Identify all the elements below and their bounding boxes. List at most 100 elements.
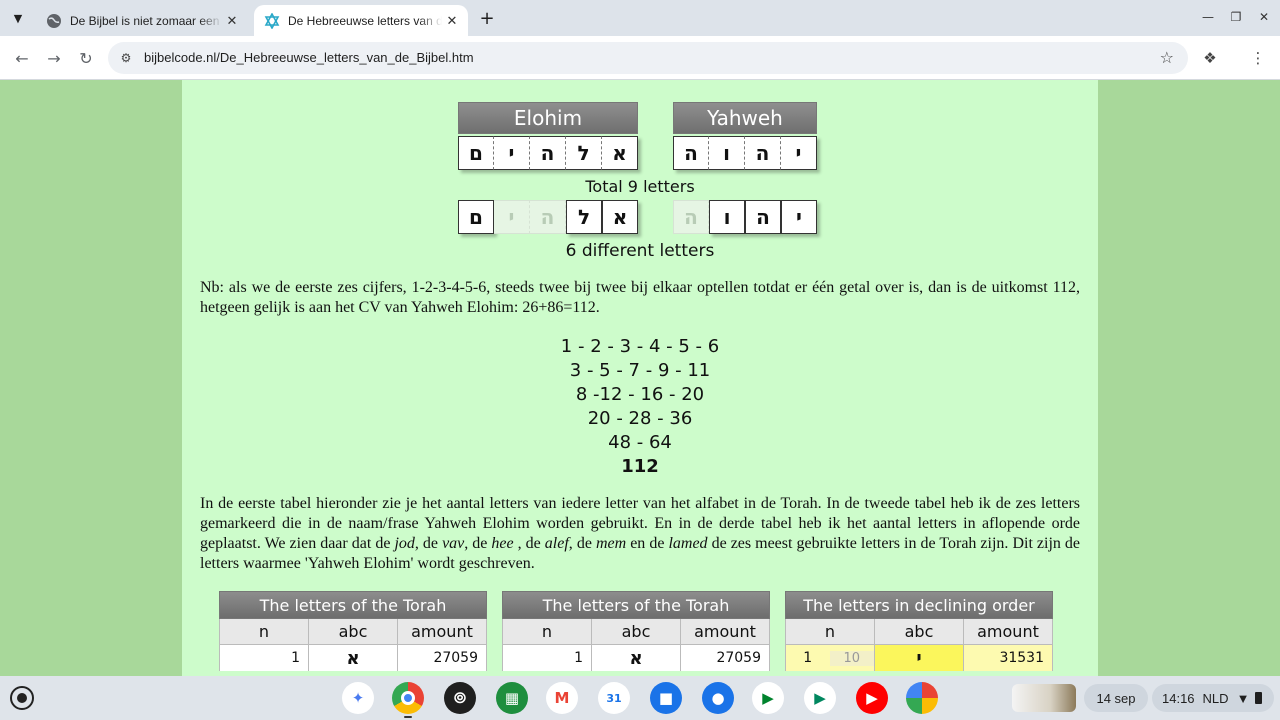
text: en de <box>626 535 669 552</box>
declining-order-table: The letters in declining order n abc amo… <box>785 591 1053 671</box>
cell-n: 1 10 <box>786 645 875 671</box>
cell-abc: א <box>592 645 681 671</box>
letter-mem: ם <box>458 136 494 170</box>
extensions-button[interactable]: ❖ <box>1198 46 1222 70</box>
table-row: 1 10 י 31531 <box>785 645 1053 671</box>
messages-icon[interactable]: ● <box>702 682 734 714</box>
table-header-row: n abc amount <box>219 619 487 645</box>
calendar-day: 31 <box>606 691 622 705</box>
reload-button[interactable]: ↻ <box>74 46 98 70</box>
tab-bijbel-boek[interactable]: De Bijbel is niet zomaar een boek ✕ <box>36 5 248 36</box>
meet-icon[interactable]: ▶ <box>752 682 784 714</box>
letter-alef: א <box>602 200 638 234</box>
column-header: abc <box>309 619 398 645</box>
clock-text: 14:16 <box>1162 690 1195 706</box>
gemini-icon[interactable]: ✦ <box>342 682 374 714</box>
sum-line: 8 -12 - 16 - 20 <box>575 384 705 405</box>
arrow-right-icon: → <box>47 48 61 68</box>
torah-letters-marked-table: The letters of the Torah n abc amount 1 … <box>502 591 770 671</box>
back-button[interactable]: ← <box>10 46 34 70</box>
letter-vav: ו <box>709 136 745 170</box>
different-caption: 6 different letters <box>565 241 715 261</box>
cell-amount: 27059 <box>681 645 770 671</box>
bookmark-star-icon[interactable]: ☆ <box>1160 48 1174 67</box>
arrow-left-icon: ← <box>15 48 29 68</box>
sum-line: 1 - 2 - 3 - 4 - 5 - 6 <box>560 336 720 357</box>
total-caption: Total 9 letters <box>585 177 695 196</box>
date-text: 14 sep <box>1096 690 1136 706</box>
yahweh-header: Yahweh <box>673 102 817 134</box>
wifi-icon: ▼ <box>1236 690 1250 706</box>
cell-abc: א <box>309 645 398 671</box>
status-tray[interactable]: 14:16 NLD ▼ <box>1152 684 1274 712</box>
sum-line: 48 - 64 <box>608 432 672 453</box>
term-jod: jod <box>394 535 415 552</box>
date-tray[interactable]: 14 sep <box>1084 684 1148 712</box>
url-text: bijbelcode.nl/De_Hebreeuwse_letters_van_… <box>144 50 474 65</box>
podcasts-icon[interactable]: ⦾ <box>444 682 476 714</box>
column-header: abc <box>592 619 681 645</box>
letter-yod: י <box>781 200 817 234</box>
forward-button[interactable]: → <box>42 46 66 70</box>
tab-search-button[interactable]: ▼ <box>6 6 30 30</box>
site-settings-icon[interactable]: ⚙ <box>118 50 134 66</box>
address-bar[interactable]: ⚙ bijbelcode.nl/De_Hebreeuwse_letters_va… <box>108 42 1188 74</box>
chrome-icon[interactable] <box>392 682 424 714</box>
close-icon[interactable]: ✕ <box>442 11 462 31</box>
calendar-icon[interactable]: 31 <box>598 682 630 714</box>
explanation-paragraph: In de eerste tabel hieronder zie je het … <box>200 494 1080 574</box>
new-tab-button[interactable]: + <box>476 7 498 29</box>
gmail-icon[interactable]: M <box>546 682 578 714</box>
holding-space-thumbnail[interactable] <box>1012 684 1076 712</box>
active-app-indicator <box>404 716 412 718</box>
table-row: 1 א 27059 <box>219 645 487 671</box>
letter-mem: ם <box>458 200 494 234</box>
term-alef: alef <box>544 535 569 552</box>
star-of-david-icon <box>264 12 280 29</box>
letter-lamed: ל <box>566 200 602 234</box>
text: , de <box>568 535 596 552</box>
rank: 1 <box>786 650 830 666</box>
tab-title: De Hebreeuwse letters van de Bijbel <box>288 13 442 28</box>
column-header: n <box>786 619 875 645</box>
photos-icon[interactable] <box>906 682 938 714</box>
term-lamed: lamed <box>668 535 708 552</box>
table-title: The letters of the Torah <box>219 591 487 619</box>
table-header-row: n abc amount <box>502 619 770 645</box>
ime-indicator: NLD <box>1202 690 1229 706</box>
term-hee: hee <box>491 535 514 552</box>
letter-he-faded: ה <box>673 200 709 234</box>
elohim-letters: ם י ה ל א <box>458 136 638 170</box>
cell-n: 1 <box>503 645 592 671</box>
app-grid-icon[interactable]: ▦ <box>496 682 528 714</box>
text: , de <box>464 535 492 552</box>
close-window-button[interactable]: ✕ <box>1252 6 1276 28</box>
text: , de <box>414 535 443 552</box>
letter-he: ה <box>530 136 566 170</box>
play-store-icon[interactable]: ▶ <box>804 682 836 714</box>
sum-line: 20 - 28 - 36 <box>587 408 693 429</box>
browser-menu-button[interactable]: ⋮ <box>1246 46 1270 70</box>
tab-strip: ▼ De Bijbel is niet zomaar een boek ✕ De… <box>0 0 1280 36</box>
tab-hebreeuwse-letters[interactable]: De Hebreeuwse letters van de Bijbel ✕ <box>254 5 468 36</box>
nb-paragraph: Nb: als we de eerste zes cijfers, 1-2-3-… <box>200 279 1080 316</box>
sum-result: 112 <box>621 456 659 477</box>
column-header: abc <box>875 619 964 645</box>
table-title: The letters in declining order <box>785 591 1053 619</box>
files-icon[interactable]: ■ <box>650 682 682 714</box>
letter-lamed: ל <box>566 136 602 170</box>
chevron-down-icon: ▼ <box>13 11 23 25</box>
plus-icon: + <box>479 7 495 29</box>
youtube-icon[interactable]: ▶ <box>856 682 888 714</box>
close-icon: ✕ <box>1258 10 1270 24</box>
elohim-distinct-letters: ם י ה ל א <box>458 200 638 234</box>
letter-yod: י <box>781 136 817 170</box>
globe-icon <box>46 13 62 29</box>
term-vav: vav <box>442 535 465 552</box>
restore-icon: ❐ <box>1230 10 1242 24</box>
minimize-button[interactable]: — <box>1196 6 1220 28</box>
launcher-button[interactable] <box>10 686 34 710</box>
column-header: n <box>220 619 309 645</box>
restore-button[interactable]: ❐ <box>1224 6 1248 28</box>
close-icon[interactable]: ✕ <box>222 11 242 31</box>
